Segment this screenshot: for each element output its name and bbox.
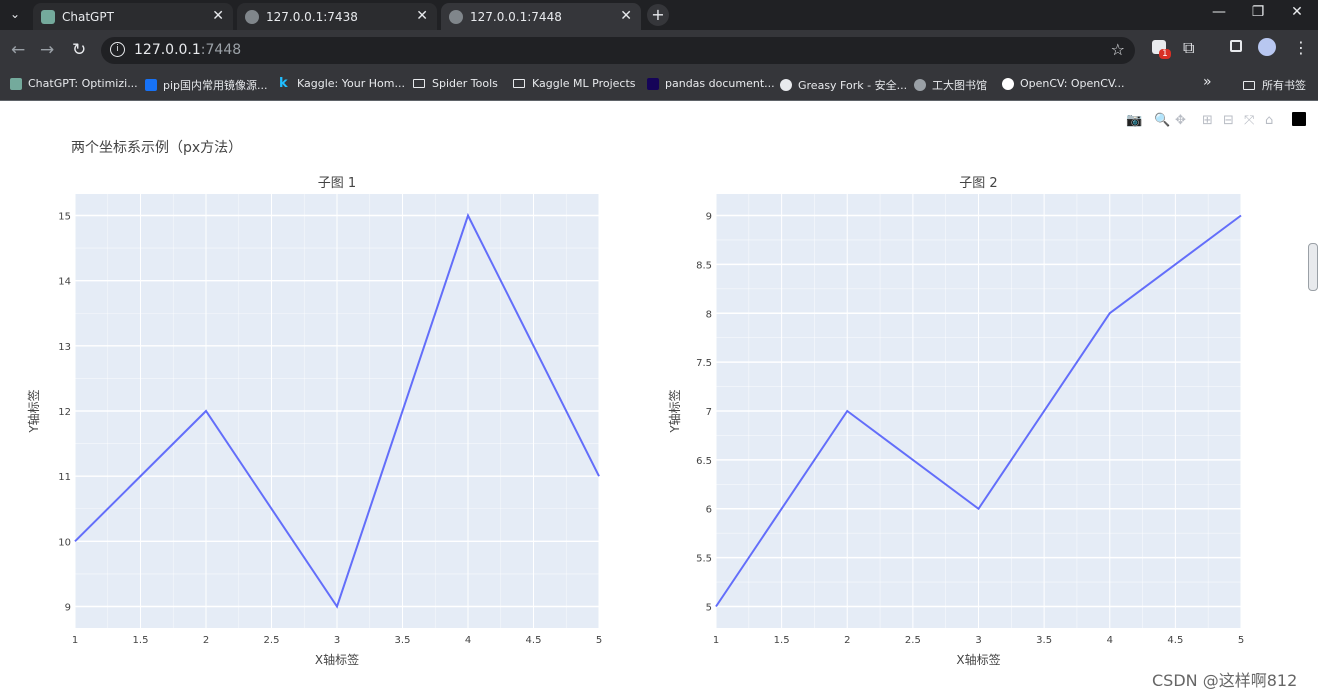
x-tick-label: 2 (844, 635, 850, 646)
y-axis-label: Y轴标签 (667, 389, 682, 433)
new-tab-button[interactable]: + (647, 4, 669, 26)
y-tick-label: 14 (58, 277, 71, 288)
y-tick-label: 12 (58, 407, 71, 418)
menu-icon[interactable]: ⋮ (1293, 38, 1309, 57)
x-tick-label: 4.5 (526, 635, 542, 646)
y-tick-label: 6 (706, 505, 712, 516)
bookmark-item[interactable]: ChatGPT: Optimizi... (10, 77, 138, 90)
browser-toolbar: ← → ↻ i 127.0.0.1:7448 ☆ 1 ⧉ ⋮ (0, 30, 1318, 70)
chatgpt-icon (10, 77, 22, 90)
x-tick-label: 1 (713, 635, 719, 646)
folder-icon (513, 79, 525, 88)
more-bookmarks-icon[interactable]: » (1203, 74, 1212, 90)
tab-label: 127.0.0.1:7448 (470, 9, 562, 24)
x-tick-label: 4 (465, 635, 471, 646)
page-content: 两个坐标系示例（px方法） 📷 🔍 ✥ ⊞ ⊟ ⤧ ⌂ 1 1.5 2 2.5 3 3.5… (0, 101, 1318, 698)
bookmark-item[interactable]: 工大图书馆 (914, 77, 987, 93)
x-tick-label: 4 (1107, 635, 1113, 646)
y-tick-label: 11 (58, 472, 71, 483)
y-tick-label: 6.5 (696, 456, 712, 467)
x-tick-label: 3.5 (395, 635, 411, 646)
bookmark-item[interactable]: pandas document... (647, 77, 775, 90)
all-bookmarks[interactable]: 所有书签 (1243, 77, 1306, 93)
x-tick-label: 3.5 (1036, 635, 1052, 646)
y-tick-label: 9 (65, 602, 71, 613)
bookmarks-bar: ChatGPT: Optimizi... pip国内常用镜像源... k Kagg… (0, 70, 1318, 101)
y-tick-label: 15 (58, 212, 71, 223)
chatgpt-icon (41, 9, 55, 24)
opencv-icon (1002, 77, 1014, 90)
globe-icon (449, 9, 463, 24)
extension-badge: 1 (1159, 49, 1171, 59)
x-tick-label: 1 (72, 635, 78, 646)
minimize-button[interactable]: — (1204, 4, 1234, 20)
y-tick-label: 8.5 (696, 260, 712, 271)
y-tick-label: 5 (706, 602, 712, 613)
y-tick-label: 13 (58, 342, 71, 353)
forward-icon[interactable]: → (40, 40, 54, 60)
folder-icon (1243, 80, 1255, 90)
side-panel-icon[interactable] (1230, 40, 1242, 52)
bookmark-item[interactable]: Spider Tools (413, 77, 498, 90)
tab-label: ChatGPT (62, 9, 114, 24)
bookmark-item[interactable]: OpenCV: OpenCV... (1002, 77, 1125, 90)
globe-icon (914, 79, 926, 91)
x-tick-label: 5 (1238, 635, 1244, 646)
y-tick-label: 7 (706, 407, 712, 418)
puzzle-icon[interactable]: ⧉ (1183, 38, 1194, 58)
back-icon[interactable]: ← (11, 40, 25, 60)
browser-tab-bar: ⌄ ChatGPT ✕ 127.0.0.1:7438 ✕ 127.0.0.1:7… (0, 0, 1318, 30)
kaggle-icon: k (279, 75, 288, 91)
y-tick-label: 8 (706, 309, 712, 320)
bookmark-star-icon[interactable]: ☆ (1111, 40, 1125, 59)
x-tick-label: 2.5 (905, 635, 921, 646)
bookmark-item[interactable]: Greasy Fork - 安全... (780, 77, 907, 93)
close-window-button[interactable]: ✕ (1282, 4, 1312, 20)
x-tick-label: 1.5 (133, 635, 149, 646)
watermark: CSDN @这样啊812 (1152, 671, 1298, 690)
close-icon[interactable]: ✕ (620, 8, 632, 24)
y-tick-label: 9 (706, 212, 712, 223)
y-tick-label: 5.5 (696, 554, 712, 565)
x-tick-label: 3 (975, 635, 981, 646)
zhihu-icon (145, 79, 157, 91)
address-bar[interactable]: i 127.0.0.1:7448 ☆ (101, 37, 1135, 64)
tab-7448[interactable]: 127.0.0.1:7448 ✕ (441, 3, 641, 30)
close-icon[interactable]: ✕ (416, 8, 428, 24)
tab-7438[interactable]: 127.0.0.1:7438 ✕ (237, 3, 437, 30)
restore-button[interactable]: ❐ (1243, 4, 1273, 20)
x-tick-label: 3 (334, 635, 340, 646)
reload-icon[interactable]: ↻ (72, 40, 86, 60)
bookmark-item[interactable]: k Kaggle: Your Hom... (279, 75, 405, 91)
tab-search-icon[interactable]: ⌄ (10, 7, 20, 21)
bookmark-item[interactable]: pip国内常用镜像源... (145, 77, 268, 93)
bookmark-item[interactable]: Kaggle ML Projects (513, 77, 636, 90)
url-text: 127.0.0.1:7448 (134, 42, 242, 58)
subplot-title: 子图 1 (318, 176, 356, 191)
x-axis-label: X轴标签 (956, 652, 1000, 667)
x-tick-label: 2.5 (264, 635, 280, 646)
tab-chatgpt[interactable]: ChatGPT ✕ (33, 3, 233, 30)
close-icon[interactable]: ✕ (212, 8, 224, 24)
y-axis-label: Y轴标签 (26, 389, 41, 433)
y-tick-label: 10 (58, 537, 71, 548)
tab-label: 127.0.0.1:7438 (266, 9, 358, 24)
charts-svg: 1 1.5 2 2.5 3 3.5 4 4.5 59101112131415子图 1X轴标签Y轴… (26, 176, 1244, 667)
x-tick-label: 2 (203, 635, 209, 646)
scrollbar[interactable] (1308, 243, 1318, 291)
x-tick-label: 1.5 (774, 635, 790, 646)
avatar[interactable] (1258, 38, 1276, 56)
x-axis-label: X轴标签 (315, 652, 359, 667)
x-tick-label: 4.5 (1167, 635, 1183, 646)
globe-icon (245, 9, 259, 24)
site-info-icon[interactable]: i (110, 42, 125, 57)
y-tick-label: 7.5 (696, 358, 712, 369)
folder-icon (413, 79, 425, 88)
subplot-title: 子图 2 (959, 176, 997, 191)
x-tick-label: 5 (596, 635, 602, 646)
greasyfork-icon (780, 79, 792, 91)
pandas-icon (647, 77, 659, 90)
